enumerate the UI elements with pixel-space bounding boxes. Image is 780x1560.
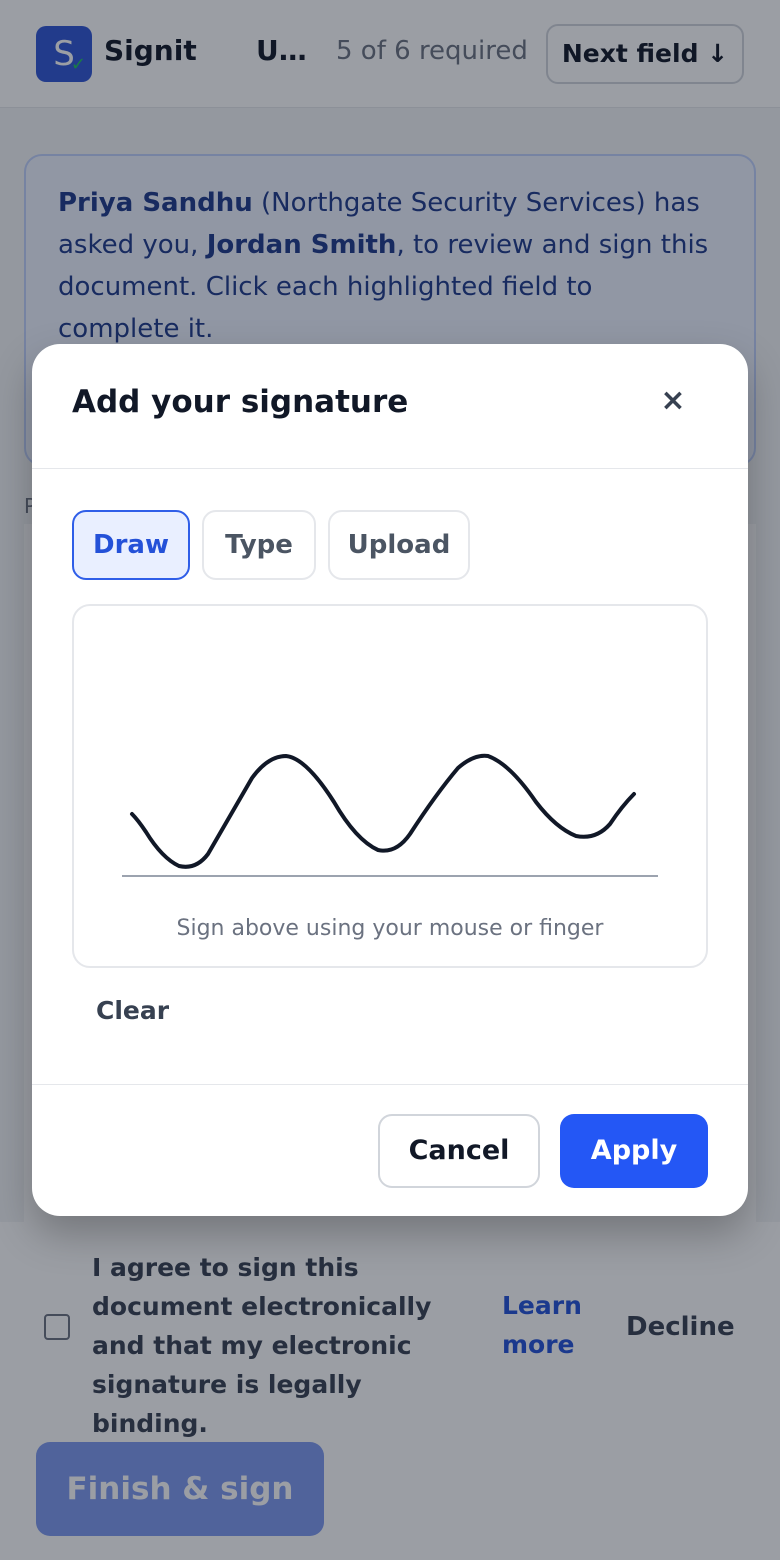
signature-hint: Sign above using your mouse or finger [176, 916, 604, 941]
signature-drawing [122, 753, 658, 877]
signature-pad[interactable]: Sign above using your mouse or finger [72, 604, 708, 968]
tab-type[interactable]: Type [202, 510, 316, 580]
tab-draw[interactable]: Draw [72, 510, 190, 580]
signature-stroke [130, 753, 636, 869]
apply-button[interactable]: Apply [560, 1114, 708, 1188]
tab-upload[interactable]: Upload [328, 510, 470, 580]
cancel-button[interactable]: Cancel [378, 1114, 540, 1188]
modal-title: Add your signature [72, 384, 409, 420]
signature-modal: Add your signature × Draw Type Upload Si… [32, 344, 748, 1216]
modal-footer-divider [32, 1084, 748, 1085]
clear-button[interactable]: Clear [96, 996, 169, 1025]
close-icon[interactable]: × [652, 380, 694, 422]
modal-divider [32, 468, 748, 469]
